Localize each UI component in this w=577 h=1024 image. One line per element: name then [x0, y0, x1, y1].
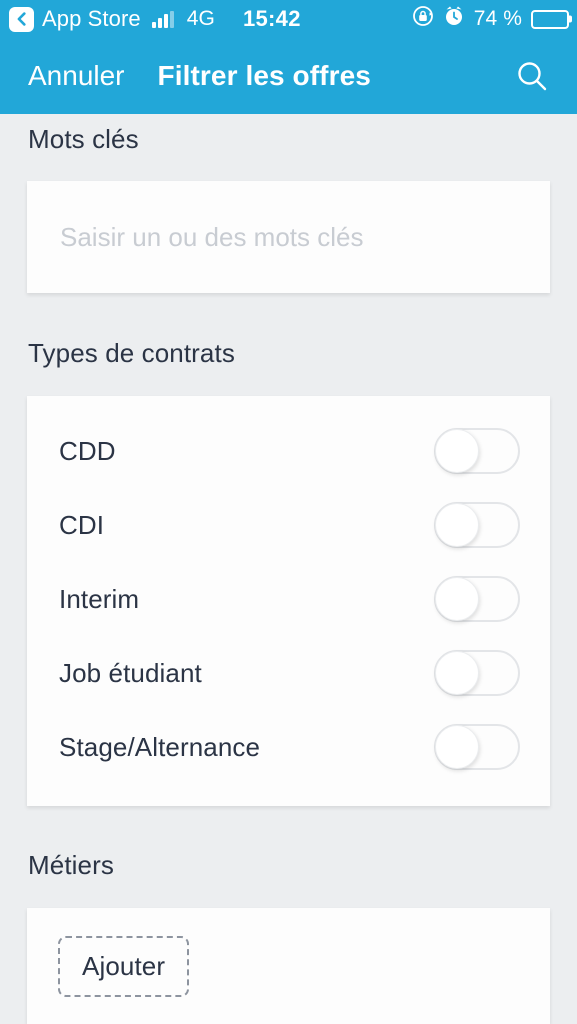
toggle-cdi[interactable] — [434, 502, 520, 548]
search-icon[interactable] — [509, 53, 555, 99]
rotation-lock-icon — [412, 5, 434, 33]
contract-row-stage-alternance[interactable]: Stage/Alternance — [27, 710, 550, 784]
contract-label: Interim — [59, 583, 140, 614]
status-bar-right: 74 % — [412, 5, 569, 33]
toggle-interim[interactable] — [434, 576, 520, 622]
contract-label: Stage/Alternance — [59, 731, 261, 762]
section-title-keywords: Mots clés — [28, 124, 139, 154]
add-metier-button[interactable]: Ajouter — [58, 935, 190, 997]
contract-types-card: CDD CDI Interim Job étudiant Stage/Alter… — [27, 396, 550, 806]
contract-row-cdi[interactable]: CDI — [27, 488, 550, 562]
contract-label: CDD — [59, 435, 116, 466]
cancel-button[interactable]: Annuler — [28, 60, 125, 92]
toggle-knob — [435, 651, 479, 695]
section-contract-types: Types de contrats CDD CDI Interim Job ét… — [0, 293, 577, 806]
status-bar-left: App Store 4G 15:42 — [0, 6, 301, 32]
clock-label: 15:42 — [242, 6, 301, 31]
contract-row-interim[interactable]: Interim — [27, 562, 550, 636]
battery-percent-label: 74 % — [473, 7, 522, 30]
keywords-input[interactable] — [27, 221, 550, 253]
toggle-knob — [435, 725, 479, 769]
keywords-card — [27, 181, 550, 293]
chevron-left-icon[interactable] — [9, 6, 34, 32]
battery-icon — [531, 9, 569, 29]
navigation-bar: Annuler Filtrer les offres — [0, 38, 577, 114]
phone-screen: App Store 4G 15:42 74 % Annuler Filtrer … — [0, 0, 577, 1024]
toggle-knob — [435, 429, 479, 473]
filter-form: Mots clés Types de contrats CDD CDI — [0, 114, 577, 1024]
contract-row-job-etudiant[interactable]: Job étudiant — [27, 636, 550, 710]
contract-row-cdd[interactable]: CDD — [27, 414, 550, 488]
section-keywords: Mots clés — [0, 114, 577, 293]
toggle-cdd[interactable] — [434, 428, 520, 474]
page-title: Filtrer les offres — [157, 60, 371, 91]
section-title-contract-types: Types de contrats — [28, 338, 235, 368]
section-metiers: Métiers Ajouter — [0, 806, 577, 1024]
back-app-label[interactable]: App Store — [42, 6, 141, 32]
toggle-knob — [435, 503, 479, 547]
toggle-knob — [435, 577, 479, 621]
toggle-stage-alternance[interactable] — [434, 724, 520, 770]
alarm-clock-icon — [443, 5, 465, 33]
contract-label: Job étudiant — [59, 657, 202, 688]
contract-label: CDI — [59, 509, 105, 540]
cellular-signal-icon — [151, 10, 174, 28]
status-bar: App Store 4G 15:42 74 % — [0, 0, 577, 38]
toggle-job-etudiant[interactable] — [434, 650, 520, 696]
network-type-label: 4G — [186, 7, 215, 30]
metiers-card: Ajouter — [27, 908, 550, 1024]
section-title-metiers: Métiers — [28, 850, 114, 880]
